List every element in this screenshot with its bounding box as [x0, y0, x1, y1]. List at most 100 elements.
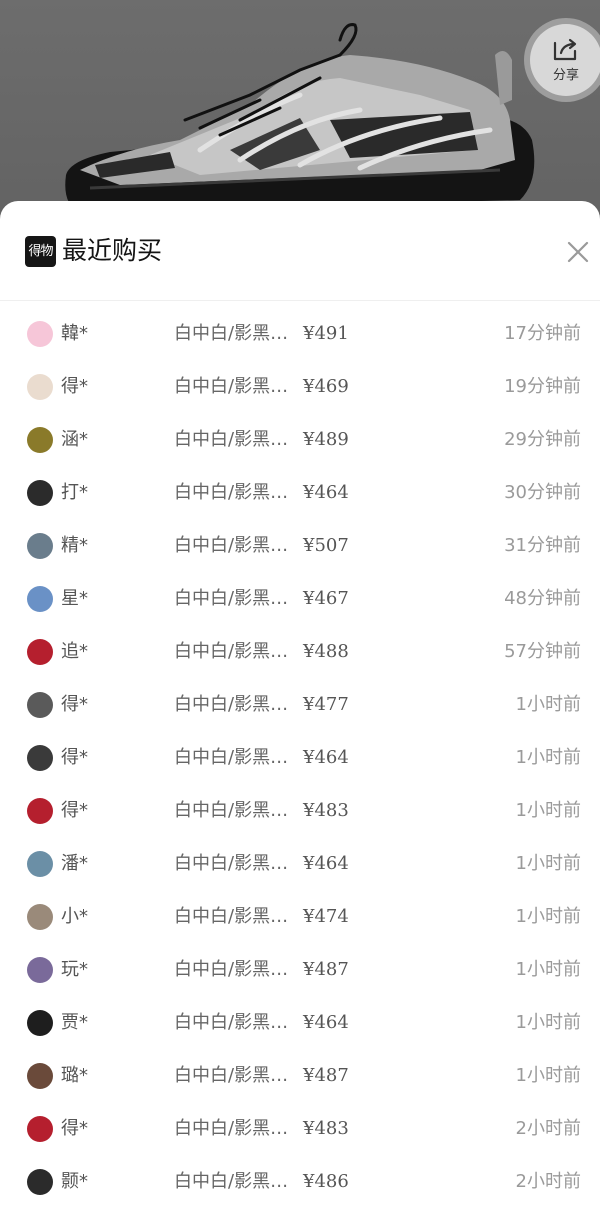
- purchase-time: 19分钟前: [504, 376, 581, 397]
- user-avatar: [27, 374, 53, 400]
- purchase-row: 玩* 白中白/影黑… ¥487 1小时前: [0, 944, 600, 997]
- buyer-name: 得*: [61, 1118, 88, 1139]
- buyer-name: 星*: [61, 588, 88, 609]
- user-avatar: [27, 798, 53, 824]
- user-avatar: [27, 692, 53, 718]
- product-variant: 白中白/影黑…: [174, 853, 289, 874]
- product-variant: 白中白/影黑…: [174, 376, 289, 397]
- purchase-time: 1小时前: [515, 959, 581, 980]
- product-variant: 白中白/影黑…: [174, 1118, 289, 1139]
- buyer-name: 得*: [61, 747, 88, 768]
- purchase-time: 2小时前: [515, 1118, 581, 1139]
- product-variant: 白中白/影黑…: [174, 323, 289, 344]
- user-avatar: [27, 321, 53, 347]
- purchase-time: 2小时前: [515, 1171, 581, 1192]
- buyer-name: 颢*: [61, 1171, 88, 1192]
- purchase-time: 1小时前: [515, 853, 581, 874]
- product-variant: 白中白/影黑…: [174, 535, 289, 556]
- share-icon: [553, 38, 577, 61]
- user-avatar: [27, 427, 53, 453]
- user-avatar: [27, 851, 53, 877]
- sheet-title: 最近购买: [62, 236, 163, 265]
- purchase-row: 得* 白中白/影黑… ¥477 1小时前: [0, 679, 600, 732]
- buyer-name: 得*: [61, 376, 88, 397]
- purchase-row: 韓* 白中白/影黑… ¥491 17分钟前: [0, 308, 600, 361]
- buyer-name: 贾*: [61, 1012, 88, 1033]
- user-avatar: [27, 957, 53, 983]
- purchase-price: ¥483: [303, 1118, 349, 1139]
- purchase-time: 1小时前: [515, 747, 581, 768]
- purchase-price: ¥467: [303, 588, 349, 609]
- user-avatar: [27, 480, 53, 506]
- user-avatar: [27, 639, 53, 665]
- buyer-name: 璐*: [61, 1065, 88, 1086]
- product-variant: 白中白/影黑…: [174, 906, 289, 927]
- buyer-name: 得*: [61, 800, 88, 821]
- product-variant: 白中白/影黑…: [174, 694, 289, 715]
- purchase-price: ¥464: [303, 853, 349, 874]
- buyer-name: 精*: [61, 535, 88, 556]
- purchase-row: 得* 白中白/影黑… ¥464 1小时前: [0, 732, 600, 785]
- purchase-time: 48分钟前: [504, 588, 581, 609]
- purchase-row: 璐* 白中白/影黑… ¥487 1小时前: [0, 1050, 600, 1103]
- sneaker-image: [65, 23, 535, 212]
- buyer-name: 追*: [61, 641, 88, 662]
- purchase-price: ¥488: [303, 641, 349, 662]
- share-button[interactable]: 分享: [530, 24, 600, 96]
- product-variant: 白中白/影黑…: [174, 747, 289, 768]
- purchase-row: 星* 白中白/影黑… ¥467 48分钟前: [0, 573, 600, 626]
- sheet-header: 得物 最近购买: [0, 201, 600, 301]
- product-variant: 白中白/影黑…: [174, 641, 289, 662]
- buyer-name: 小*: [61, 906, 88, 927]
- purchase-price: ¥489: [303, 429, 349, 450]
- user-avatar: [27, 1063, 53, 1089]
- purchase-price: ¥487: [303, 1065, 349, 1086]
- product-variant: 白中白/影黑…: [174, 800, 289, 821]
- buyer-name: 打*: [61, 482, 88, 503]
- purchase-row: 涵* 白中白/影黑… ¥489 29分钟前: [0, 414, 600, 467]
- buyer-name: 得*: [61, 694, 88, 715]
- user-avatar: [27, 745, 53, 771]
- product-variant: 白中白/影黑…: [174, 482, 289, 503]
- purchase-row: 追* 白中白/影黑… ¥488 57分钟前: [0, 626, 600, 679]
- purchase-time: 1小时前: [515, 1012, 581, 1033]
- buyer-name: 涵*: [61, 429, 88, 450]
- purchase-price: ¥464: [303, 482, 349, 503]
- purchase-row: 小* 白中白/影黑… ¥474 1小时前: [0, 891, 600, 944]
- product-variant: 白中白/影黑…: [174, 1171, 289, 1192]
- product-variant: 白中白/影黑…: [174, 429, 289, 450]
- purchase-price: ¥464: [303, 747, 349, 768]
- purchase-price: ¥507: [303, 535, 349, 556]
- product-variant: 白中白/影黑…: [174, 1065, 289, 1086]
- purchase-list: 韓* 白中白/影黑… ¥491 17分钟前 得* 白中白/影黑… ¥469 19分钟前 涵* 白中…: [0, 308, 600, 1205]
- product-image: 分享: [0, 0, 600, 215]
- buyer-name: 韓*: [61, 323, 88, 344]
- buyer-name: 潘*: [61, 853, 88, 874]
- user-avatar: [27, 1169, 53, 1195]
- purchase-row: 贾* 白中白/影黑… ¥464 1小时前: [0, 997, 600, 1050]
- product-variant: 白中白/影黑…: [174, 588, 289, 609]
- purchase-price: ¥486: [303, 1171, 349, 1192]
- purchase-time: 1小时前: [515, 1065, 581, 1086]
- close-button[interactable]: [563, 237, 593, 267]
- purchase-price: ¥477: [303, 694, 349, 715]
- purchase-time: 1小时前: [515, 906, 581, 927]
- close-icon: [567, 241, 589, 263]
- purchase-price: ¥474: [303, 906, 349, 927]
- buyer-name: 玩*: [61, 959, 88, 980]
- purchase-price: ¥491: [303, 323, 349, 344]
- brand-logo: 得物: [25, 236, 56, 267]
- purchase-price: ¥464: [303, 1012, 349, 1033]
- user-avatar: [27, 586, 53, 612]
- purchase-time: 30分钟前: [504, 482, 581, 503]
- purchase-price: ¥469: [303, 376, 349, 397]
- purchase-price: ¥483: [303, 800, 349, 821]
- purchase-row: 得* 白中白/影黑… ¥483 2小时前: [0, 1103, 600, 1156]
- user-avatar: [27, 533, 53, 559]
- purchase-row: 潘* 白中白/影黑… ¥464 1小时前: [0, 838, 600, 891]
- purchase-time: 29分钟前: [504, 429, 581, 450]
- purchase-row: 得* 白中白/影黑… ¥469 19分钟前: [0, 361, 600, 414]
- purchase-time: 57分钟前: [504, 641, 581, 662]
- share-label: 分享: [552, 68, 579, 83]
- purchase-time: 1小时前: [515, 800, 581, 821]
